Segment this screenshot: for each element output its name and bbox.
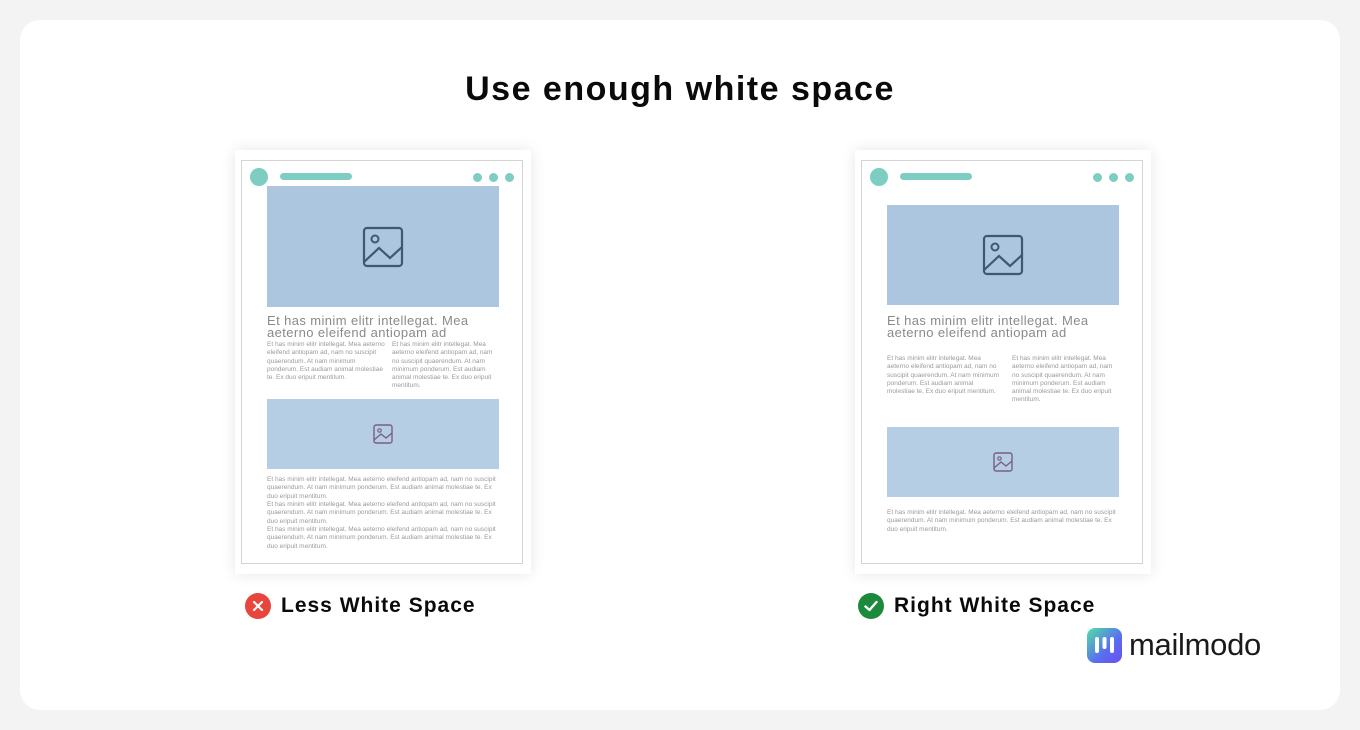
hero-image-placeholder (267, 186, 499, 307)
label-text: Less White Space (281, 594, 476, 617)
header-bar (900, 173, 972, 180)
body-paragraph: Et has minim elitr intellegat. Mea aeter… (267, 476, 496, 500)
image-icon (373, 424, 393, 444)
email-headline: Et has minim elitr intellegat. Mea aeter… (887, 313, 1089, 340)
menu-dot (473, 173, 482, 182)
email-mockup-right-whitespace: Et has minim elitr intellegat. Mea aeter… (855, 150, 1151, 574)
email-headline: Et has minim elitr intellegat. Mea aeter… (267, 313, 469, 340)
body-paragraph: Et has minim elitr intellegat. Mea aeter… (887, 509, 1116, 533)
text-column-left: Et has minim elitr intellegat. Mea aeter… (887, 355, 999, 396)
mailmodo-logo-icon (1087, 627, 1122, 663)
menu-dot (1125, 173, 1134, 182)
menu-dot (1109, 173, 1118, 182)
text-column-left: Et has minim elitr intellegat. Mea aeter… (267, 341, 385, 382)
menu-dot (489, 173, 498, 182)
x-circle-icon (245, 593, 271, 619)
body-paragraph: Et has minim elitr intellegat. Mea aeter… (267, 526, 496, 550)
mailmodo-logo: mailmodo (1087, 627, 1261, 663)
avatar-dot (870, 168, 888, 186)
image-icon (982, 234, 1024, 276)
hero-image-placeholder (887, 205, 1119, 305)
menu-dot (505, 173, 514, 182)
body-paragraph: Et has minim elitr intellegat. Mea aeter… (267, 501, 496, 525)
menu-dot (1093, 173, 1102, 182)
page-title: Use enough white space (465, 70, 895, 108)
email-mockup-less-whitespace: Et has minim elitr intellegat. Mea aeter… (235, 150, 531, 574)
check-circle-icon (858, 593, 884, 619)
avatar-dot (250, 168, 268, 186)
brand-name: mailmodo (1129, 627, 1261, 662)
text-column-right: Et has minim elitr intellegat. Mea aeter… (1012, 355, 1113, 404)
email-frame: Et has minim elitr intellegat. Mea aeter… (241, 160, 523, 564)
header-bar (280, 173, 352, 180)
image-icon (993, 452, 1013, 472)
secondary-image-placeholder (887, 427, 1119, 497)
image-icon (362, 226, 404, 267)
label-text: Right White Space (894, 594, 1096, 617)
less-white-space-label: Less White Space (245, 593, 476, 619)
text-column-right: Et has minim elitr intellegat. Mea aeter… (392, 341, 493, 390)
right-white-space-label: Right White Space (858, 593, 1095, 619)
secondary-image-placeholder (267, 399, 499, 469)
email-frame: Et has minim elitr intellegat. Mea aeter… (861, 160, 1143, 564)
